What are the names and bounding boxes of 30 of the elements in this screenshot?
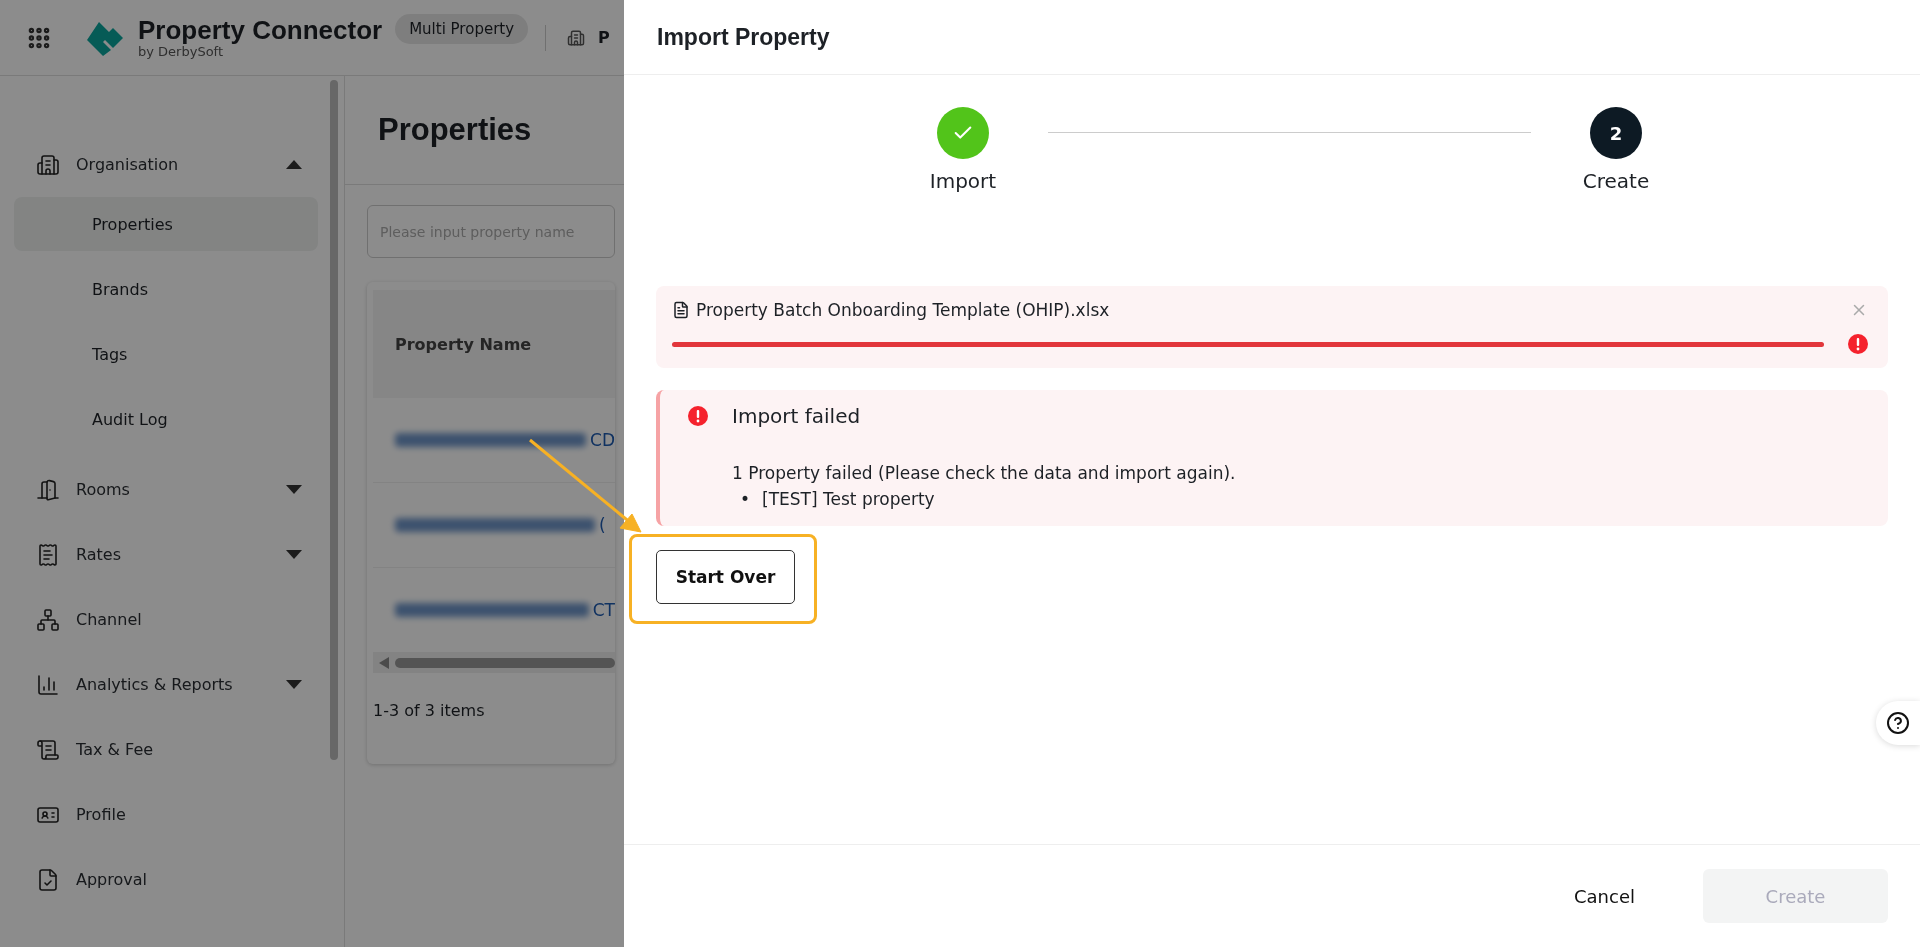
sidebar-item[interactable]: Approval	[0, 847, 344, 912]
sidebar-item[interactable]: Rates	[0, 522, 344, 587]
sidebar-item[interactable]: Organisation	[0, 132, 344, 197]
file-name: Property Batch Onboarding Template (OHIP).xlsx	[696, 300, 1111, 320]
property-link[interactable]: CD	[590, 430, 615, 450]
drawer-title: Import Property	[624, 0, 1920, 75]
mode-badge: Multi Property	[395, 13, 529, 44]
alert-title: Import failed	[732, 404, 861, 428]
sidebar-item[interactable]: Profile	[0, 782, 344, 847]
pagination-text: 1-3 of 3 items	[373, 700, 486, 722]
cancel-button[interactable]: Cancel	[1568, 884, 1641, 908]
failed-item: [TEST] Test property	[762, 488, 935, 511]
app-title: Property Connector	[138, 16, 383, 44]
bullet: •	[740, 488, 751, 511]
app-subtitle: by DerbySoft	[138, 44, 225, 59]
column-header: Property Name	[373, 290, 615, 398]
step-indicator: 2	[1590, 107, 1642, 159]
sidebar-item[interactable]: Analytics & Reports	[0, 652, 344, 717]
sidebar-item[interactable]: Tax & Fee	[0, 717, 344, 782]
alert-message: 1 Property failed (Please check the data and import again).	[731, 462, 1237, 485]
sidebar-item[interactable]: Channel	[0, 587, 344, 652]
sidebar-item[interactable]: Rooms	[0, 457, 344, 522]
breadcrumb-text[interactable]: P	[598, 28, 610, 47]
sidebar-subitem[interactable]: Brands	[14, 262, 318, 316]
property-link[interactable]: CT	[592, 600, 615, 620]
sidebar-subitem[interactable]: Audit Log	[14, 392, 318, 446]
sidebar-subitem[interactable]: Tags	[14, 327, 318, 381]
start-over-button[interactable]: Start Over	[656, 550, 795, 604]
sidebar-subitem[interactable]: Properties	[14, 197, 318, 251]
property-link[interactable]: (	[599, 515, 606, 535]
